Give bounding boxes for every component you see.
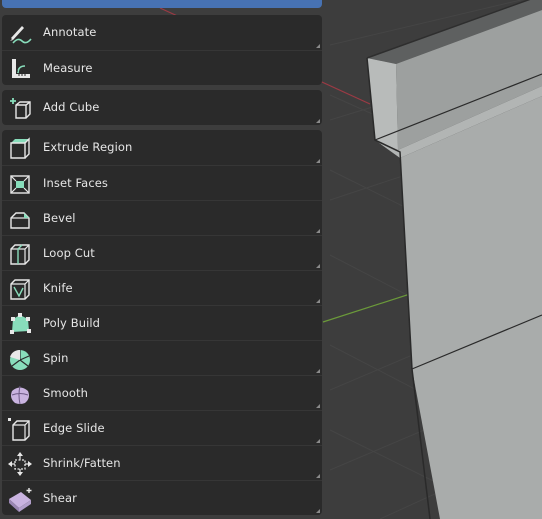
shear-icon — [7, 486, 33, 512]
tool-bevel[interactable]: Bevel — [2, 200, 322, 235]
tool-edge-slide[interactable]: Edge Slide — [2, 410, 322, 445]
tool-options-corner — [316, 404, 320, 408]
tool-label: Knife — [43, 281, 73, 295]
tool-label: Smooth — [43, 386, 88, 400]
poly-build-icon — [7, 311, 33, 337]
tool-group-mesh: Extrude Region Inset Faces Bevel Loop Cu… — [2, 130, 322, 515]
tool-options-corner — [316, 474, 320, 478]
tool-options-corner — [316, 509, 320, 513]
spin-icon — [7, 346, 33, 372]
tool-label: Add Cube — [43, 100, 100, 114]
annotate-icon — [7, 20, 33, 46]
tool-label: Shrink/Fatten — [43, 456, 121, 470]
tool-group-add: Add Cube — [2, 90, 322, 125]
tool-label: Bevel — [43, 211, 76, 225]
tool-label: Poly Build — [43, 316, 101, 330]
tool-shear[interactable]: Shear — [2, 480, 322, 515]
tool-label: Extrude Region — [43, 140, 133, 154]
tool-add-cube[interactable]: Add Cube — [2, 90, 322, 125]
tool-extrude-region[interactable]: Extrude Region — [2, 130, 322, 165]
tool-options-corner — [316, 369, 320, 373]
edge-slide-icon — [7, 416, 33, 442]
shrink-fatten-icon — [7, 451, 33, 477]
smooth-icon — [7, 381, 33, 407]
loop-cut-icon — [7, 241, 33, 267]
tool-poly-build[interactable]: Poly Build — [2, 305, 322, 340]
tool-annotate[interactable]: Annotate — [2, 15, 322, 50]
tool-knife[interactable]: Knife — [2, 270, 322, 305]
knife-icon — [7, 276, 33, 302]
tool-measure[interactable]: Measure — [2, 50, 322, 85]
tool-label: Loop Cut — [43, 246, 95, 260]
tool-options-corner — [316, 299, 320, 303]
cube-mesh[interactable] — [366, 0, 542, 519]
tool-label: Spin — [43, 351, 69, 365]
toolbar: Annotate Measure Add Cube Extrude Region — [0, 0, 323, 519]
inset-faces-icon — [7, 171, 33, 197]
tool-options-corner — [316, 439, 320, 443]
tool-label: Measure — [43, 61, 93, 75]
tool-smooth[interactable]: Smooth — [2, 375, 322, 410]
bevel-icon — [7, 206, 33, 232]
tool-inset-faces[interactable]: Inset Faces — [2, 165, 322, 200]
tool-loop-cut[interactable]: Loop Cut — [2, 235, 322, 270]
measure-icon — [7, 56, 33, 82]
active-tool-highlight[interactable] — [2, 0, 322, 8]
tool-label: Inset Faces — [43, 176, 109, 190]
tool-shrink-fatten[interactable]: Shrink/Fatten — [2, 445, 322, 480]
tool-label: Shear — [43, 491, 77, 505]
tool-label: Edge Slide — [43, 421, 105, 435]
tool-options-corner — [316, 44, 320, 48]
add-cube-icon — [7, 95, 33, 121]
tool-group-annotate: Annotate Measure — [2, 15, 322, 85]
tool-spin[interactable]: Spin — [2, 340, 322, 375]
tool-options-corner — [316, 264, 320, 268]
extrude-region-icon — [7, 135, 33, 161]
tool-options-corner — [316, 159, 320, 163]
tool-options-corner — [316, 229, 320, 233]
tool-options-corner — [316, 119, 320, 123]
tool-label: Annotate — [43, 25, 97, 39]
